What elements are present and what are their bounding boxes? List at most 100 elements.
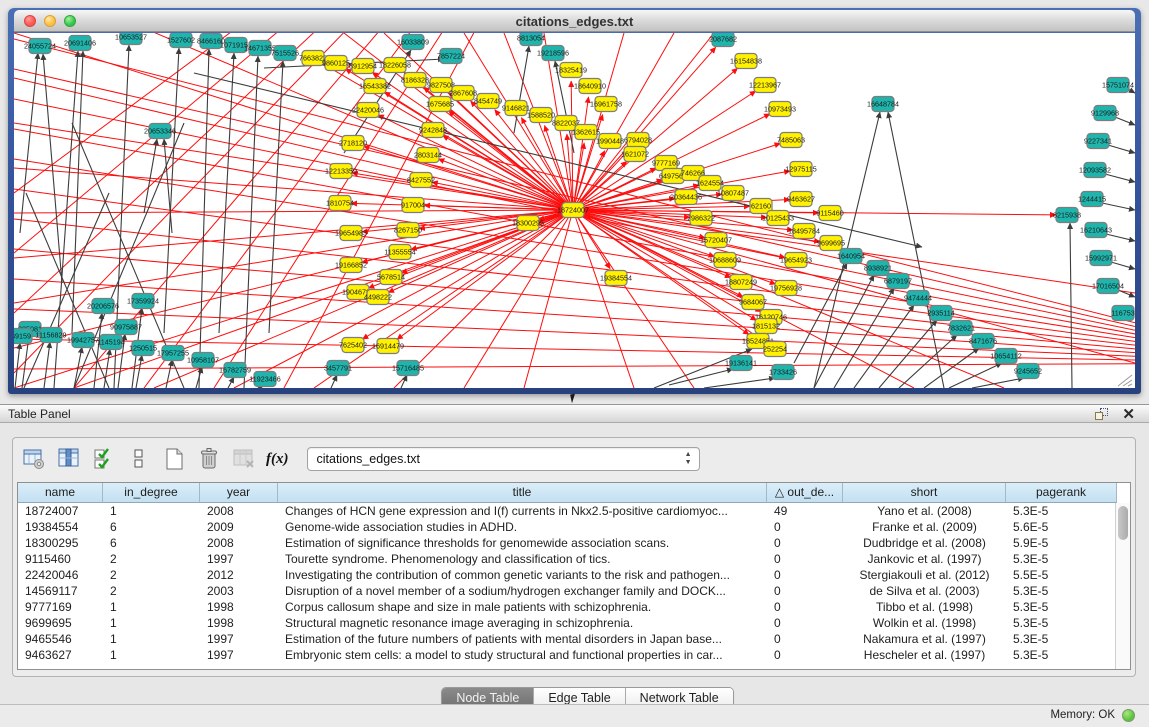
network-node[interactable]: 17359924 [127,294,159,309]
network-node[interactable]: 18495784 [788,224,820,239]
network-node[interactable]: 2867608 [449,86,477,101]
network-node[interactable]: 19218596 [537,46,569,61]
table-row[interactable]: 911546021997Tourette syndrome. Phenomeno… [18,551,1130,567]
network-edge[interactable] [404,72,573,210]
network-node[interactable]: 18640910 [574,79,606,94]
show-columns-icon[interactable] [56,446,82,472]
network-edge[interactable] [972,378,1024,388]
network-edge[interactable] [704,378,775,388]
network-edge[interactable] [74,347,82,388]
network-node[interactable]: 8427552 [407,173,435,188]
network-node[interactable]: 19384554 [600,271,632,286]
network-node[interactable]: 7986322 [687,211,715,226]
network-node[interactable]: 16961758 [590,97,622,112]
network-node[interactable]: 39159 [14,329,32,344]
network-node[interactable]: 10958107 [187,353,219,368]
table-select-dropdown[interactable]: citations_edges.txt ▲▼ [307,447,700,471]
network-node[interactable]: 12213359 [325,164,357,179]
network-edge[interactable] [136,355,142,388]
network-node[interactable]: 15720407 [700,233,732,248]
network-node[interactable]: 15992971 [1085,251,1117,266]
network-node[interactable]: 18807249 [725,275,757,290]
network-node[interactable]: 9245652 [1014,364,1042,379]
network-node[interactable]: 9699695 [817,236,845,251]
network-node[interactable]: 6794028 [624,133,652,148]
table-row[interactable]: 1830029562008Estimation of significance … [18,535,1130,551]
network-edge[interactable] [219,53,234,333]
network-node[interactable]: 20206576 [87,299,119,314]
network-node[interactable]: 1621072 [621,147,649,162]
network-node[interactable]: 18226058 [379,58,411,73]
close-panel-icon[interactable]: ✕ [1122,405,1135,423]
network-node[interactable]: 2935114 [927,306,954,321]
network-node[interactable]: 11156829 [36,328,67,343]
network-edge[interactable] [1106,234,1135,241]
network-node[interactable]: 9684067 [739,295,767,310]
network-node[interactable]: 1250515 [129,341,157,356]
network-node[interactable]: 10654112 [990,349,1021,364]
network-edge[interactable] [164,139,172,233]
create-column-icon[interactable] [161,446,187,472]
network-node[interactable]: 8912954 [349,59,377,74]
table-row[interactable]: 1872400712008Changes of HCN gene express… [18,503,1130,519]
network-node[interactable]: 12093582 [1079,163,1111,178]
network-edge[interactable] [164,48,179,333]
network-node[interactable]: 90975887 [110,320,142,335]
network-node[interactable]: 16914479 [372,339,404,354]
network-node[interactable]: 19756928 [770,281,802,296]
network-node[interactable]: 116753 [1111,306,1134,321]
network-edge[interactable] [397,210,573,339]
network-edge[interactable] [44,342,50,388]
network-edge[interactable] [1102,203,1135,210]
network-node[interactable]: 9227341 [1084,134,1112,149]
network-node[interactable]: 22420046 [352,103,384,118]
table-row[interactable]: 946362711997Embryonic stem cells: a mode… [18,647,1130,663]
network-node[interactable]: 10653527 [115,33,147,45]
network-node[interactable]: 18724007 [557,203,589,218]
deselect-rows-icon[interactable] [126,446,152,472]
network-node[interactable]: 10973493 [764,102,796,117]
network-edge[interactable] [228,377,234,388]
column-header-in_degree[interactable]: in_degree [103,483,200,503]
select-all-icon[interactable] [91,446,117,472]
network-node[interactable]: 16033809 [397,35,429,50]
network-node[interactable]: 8186328 [401,73,429,88]
network-node[interactable]: 5678514 [377,270,405,285]
network-node[interactable]: 19654923 [780,253,812,268]
network-node[interactable]: 1588520 [527,108,555,123]
network-node[interactable]: 18325419 [555,63,587,78]
network-node[interactable]: 19166852 [335,258,367,273]
vertical-scrollbar[interactable] [1115,503,1130,669]
network-node[interactable]: 2087682 [709,33,737,47]
column-header-out_degree[interactable]: △ out_de... [767,483,843,503]
network-node[interactable]: 6879197 [884,274,912,289]
network-edge[interactable] [15,343,20,388]
network-edge[interactable] [879,320,937,388]
network-window-titlebar[interactable]: citations_edges.txt [14,10,1135,32]
network-edge[interactable] [794,263,847,363]
network-edge[interactable] [1111,262,1135,269]
network-node[interactable]: 7625402 [339,338,367,353]
network-node[interactable]: 18300295 [512,216,544,231]
network-node[interactable]: 24055724 [24,39,56,54]
network-node[interactable]: 17957255 [157,346,189,361]
network-node[interactable]: 10125433 [762,211,794,226]
network-node[interactable]: 16782759 [219,363,251,378]
network-node[interactable]: 17016504 [1092,279,1124,294]
network-edge[interactable] [1118,290,1135,297]
network-edge[interactable] [144,139,157,213]
network-node[interactable]: 11923466 [249,372,280,387]
scrollbar-thumb[interactable] [1118,506,1128,540]
network-node[interactable]: 20691406 [64,36,96,51]
network-edge[interactable] [899,335,957,388]
network-edge[interactable] [514,46,529,133]
table-row[interactable]: 1938455462009Genome-wide association stu… [18,519,1130,535]
network-node[interactable]: 8267150 [394,223,422,238]
table-row[interactable]: 969969511998Structural magnetic resonanc… [18,615,1130,631]
network-canvas[interactable]: 2405572420691406106535271527602846616010… [14,33,1135,388]
network-node[interactable]: 7485063 [777,133,805,148]
network-node[interactable]: 9860125 [322,56,350,71]
network-node[interactable]: 16154838 [730,54,762,69]
table-mode-icon[interactable] [21,446,47,472]
network-node[interactable]: 8471676 [969,334,997,349]
